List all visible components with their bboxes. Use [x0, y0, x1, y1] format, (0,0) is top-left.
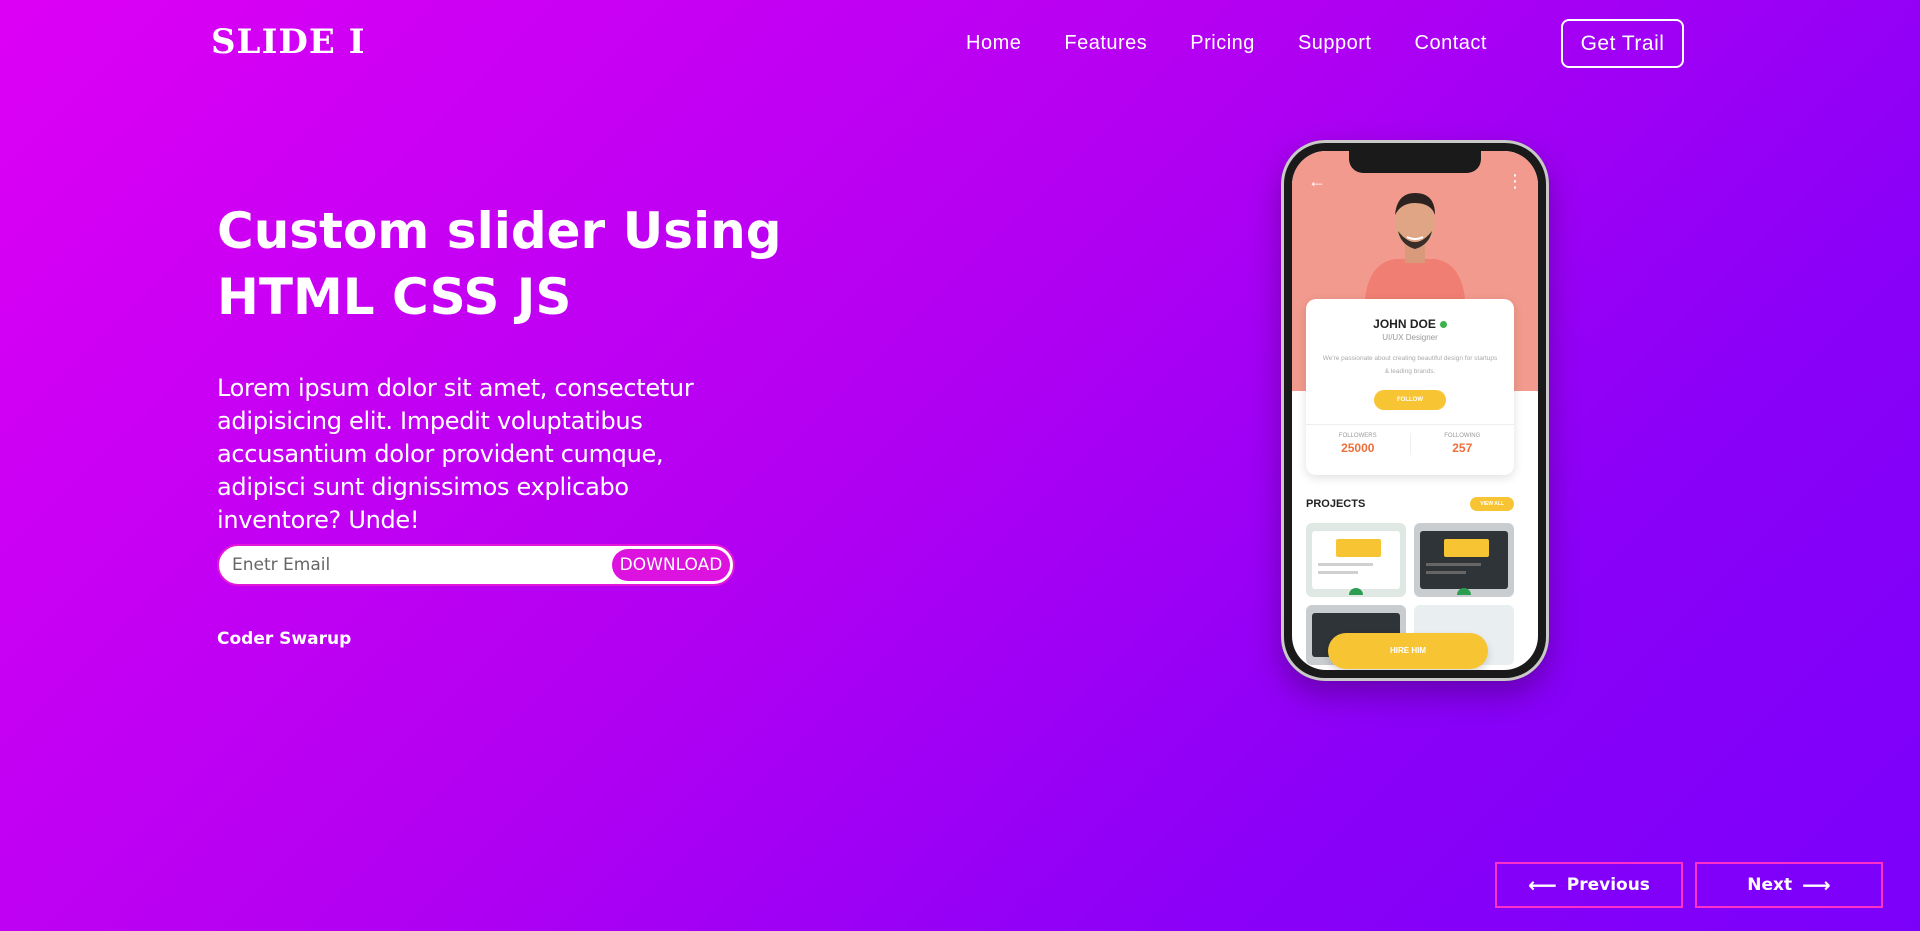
email-input[interactable] [232, 555, 612, 575]
hero-description: Lorem ipsum dolor sit amet, consectetur … [217, 374, 694, 534]
more-vertical-icon: ⋮ [1506, 171, 1524, 191]
profile-role: UI/UX Designer [1382, 333, 1438, 342]
profile-avatar [1365, 193, 1465, 299]
projects-title: PROJECTS [1306, 498, 1366, 510]
main-nav: Home Features Pricing Support Contact [966, 32, 1487, 55]
get-trial-button[interactable]: Get Trail [1561, 19, 1684, 68]
profile-bio: We're passionate about creating beautifu… [1322, 355, 1498, 375]
phone-mockup: ← ⋮ JOHN DOE UI/UX Designer We're passio… [1281, 140, 1549, 681]
hero-title: Custom slider Using HTML CSS JS [217, 198, 817, 330]
profile-stats: FOLLOWERS 25000 FOLLOWING 257 [1306, 424, 1514, 455]
email-form: DOWNLOAD [217, 544, 735, 586]
hero-title-line1: Custom slider Using [217, 202, 782, 260]
following-stat: FOLLOWING 257 [1409, 433, 1515, 455]
phone-screen: ← ⋮ JOHN DOE UI/UX Designer We're passio… [1292, 151, 1538, 670]
followers-label: FOLLOWERS [1338, 433, 1377, 439]
profile-card: JOHN DOE UI/UX Designer We're passionate… [1306, 299, 1514, 475]
follow-button: FOLLOW [1374, 390, 1446, 410]
download-button[interactable]: DOWNLOAD [612, 549, 730, 581]
view-all-button: VIEW ALL [1470, 497, 1514, 511]
profile-name: JOHN DOE [1306, 317, 1514, 331]
projects-header: PROJECTS VIEW ALL [1306, 497, 1514, 511]
next-slide-button[interactable]: Next ⟶ [1695, 862, 1883, 908]
next-label: Next [1747, 875, 1793, 895]
back-arrow-icon: ← [1308, 171, 1326, 191]
verified-icon [1439, 321, 1447, 329]
arrow-left-icon: ⟵ [1528, 873, 1557, 897]
profile-name-text: JOHN DOE [1373, 317, 1436, 331]
nav-home[interactable]: Home [966, 32, 1021, 55]
project-thumb [1414, 523, 1514, 597]
hire-button: HIRE HIM [1328, 633, 1488, 669]
followers-value: 25000 [1341, 441, 1375, 455]
site-logo[interactable]: SLIDE I [211, 22, 366, 62]
author-credit: Coder Swarup [217, 629, 352, 649]
nav-features[interactable]: Features [1064, 32, 1147, 55]
previous-label: Previous [1566, 875, 1650, 895]
hero-title-line2: HTML CSS JS [217, 268, 572, 326]
project-thumb [1306, 523, 1406, 597]
previous-slide-button[interactable]: ⟵ Previous [1495, 862, 1683, 908]
followers-stat: FOLLOWERS 25000 [1306, 433, 1410, 455]
nav-contact[interactable]: Contact [1415, 32, 1487, 55]
following-value: 257 [1452, 441, 1473, 455]
nav-pricing[interactable]: Pricing [1190, 32, 1255, 55]
arrow-right-icon: ⟶ [1802, 873, 1831, 897]
phone-notch [1349, 151, 1481, 173]
site-header: SLIDE I Home Features Pricing Support Co… [0, 0, 1920, 90]
nav-support[interactable]: Support [1298, 32, 1372, 55]
following-label: FOLLOWING [1444, 433, 1481, 439]
